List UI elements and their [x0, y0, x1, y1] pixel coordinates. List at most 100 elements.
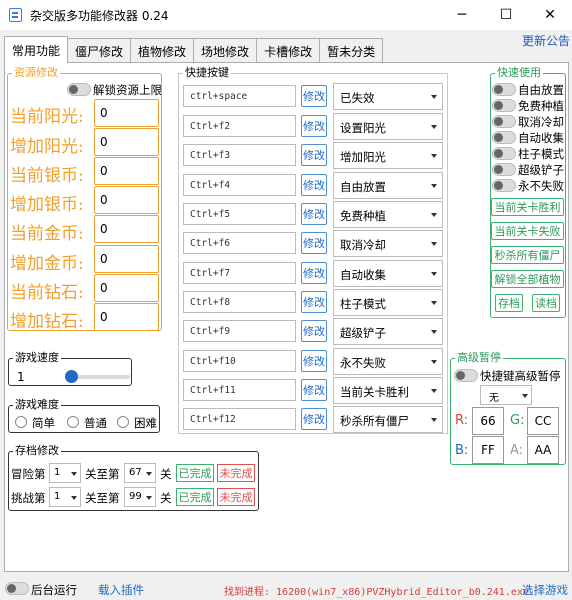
hotkey-input-7[interactable]: Ctrl+f7 [183, 262, 296, 284]
hotkey-action-select-5[interactable]: 免费种植 [333, 201, 443, 228]
challenge-undone-button[interactable]: 未完成 [217, 488, 255, 506]
hotkey-modify-button-12[interactable]: 修改 [301, 408, 327, 430]
tab-field[interactable]: 场地修改 [194, 38, 258, 63]
challenge-to-select[interactable]: 99 [124, 487, 156, 507]
add-gold-input[interactable]: 0 [94, 245, 159, 273]
add-silver-input[interactable]: 0 [94, 186, 159, 214]
hotkey-input-11[interactable]: Ctrl+f11 [183, 379, 296, 401]
adventure-done-button[interactable]: 已完成 [176, 464, 214, 482]
difficulty-easy-label: 简单 [32, 416, 55, 430]
hotkey-modify-button-2[interactable]: 修改 [301, 115, 327, 137]
hotkey-modify-button-4[interactable]: 修改 [301, 174, 327, 196]
hotkey-modify-button-3[interactable]: 修改 [301, 144, 327, 166]
toggle-auto-collect[interactable] [492, 131, 516, 144]
toggle-free-plant[interactable] [492, 99, 516, 112]
hotkey-input-5[interactable]: Ctrl+f5 [183, 203, 296, 225]
hotkey-action-select-12[interactable]: 秒杀所有僵尸 [333, 406, 443, 433]
hotkey-input-9[interactable]: Ctrl+f9 [183, 320, 296, 342]
load-game-button[interactable]: 读档 [532, 294, 560, 312]
unlock-all-plants-button[interactable]: 解锁全部植物 [491, 270, 564, 288]
hotkey-input-1[interactable]: ctrl+space [183, 85, 296, 107]
chevron-down-icon [146, 472, 152, 476]
hotkey-action-select-3[interactable]: 增加阳光 [333, 142, 443, 169]
tab-common[interactable]: 常用功能 [4, 36, 69, 63]
hotkey-input-6[interactable]: Ctrl+f6 [183, 232, 296, 254]
minimize-button[interactable]: ─ [440, 0, 484, 30]
fail-level-button[interactable]: 当前关卡失败 [491, 222, 564, 240]
hotkey-action-select-2[interactable]: 设置阳光 [333, 113, 443, 140]
toggle-no-cooldown[interactable] [492, 115, 516, 128]
maximize-button[interactable]: ☐ [484, 0, 528, 30]
toggle-free-place[interactable] [492, 83, 516, 96]
hotkey-input-12[interactable]: Ctrl+f12 [183, 408, 296, 430]
update-notice-link[interactable]: 更新公告 [522, 32, 570, 49]
hotkey-input-8[interactable]: Ctrl+f8 [183, 291, 296, 313]
hotkey-modify-button-10[interactable]: 修改 [301, 350, 327, 372]
hotkey-modify-button-7[interactable]: 修改 [301, 262, 327, 284]
tab-slot[interactable]: 卡槽修改 [257, 38, 321, 63]
adventure-undone-button[interactable]: 未完成 [217, 464, 255, 482]
r-value-input[interactable]: 66 [472, 407, 504, 435]
tab-zombie[interactable]: 僵尸修改 [68, 38, 132, 63]
challenge-unit: 关 [160, 491, 172, 505]
load-plugin-link[interactable]: 载入插件 [98, 582, 144, 598]
pause-key-select[interactable]: 无 [480, 385, 532, 405]
hotkey-input-2[interactable]: Ctrl+f2 [183, 115, 296, 137]
toggle-never-fail[interactable] [492, 179, 516, 192]
hotkey-action-select-4[interactable]: 自由放置 [333, 172, 443, 199]
tab-misc[interactable]: 暂未分类 [320, 38, 384, 63]
b-value-input[interactable]: FF [472, 436, 504, 464]
hotkey-action-select-1[interactable]: 已失效 [333, 83, 443, 110]
hotkey-input-3[interactable]: Ctrl+f3 [183, 144, 296, 166]
add-sun-input[interactable]: 0 [94, 128, 159, 156]
challenge-done-button[interactable]: 已完成 [176, 488, 214, 506]
chevron-down-icon [431, 213, 437, 217]
close-button[interactable]: ✕ [528, 0, 572, 30]
toggle-column-mode[interactable] [492, 147, 516, 160]
hotkey-action-5: 免费种植 [340, 209, 386, 223]
hotkey-action-select-9[interactable]: 超级铲子 [333, 318, 443, 345]
speed-group-title: 游戏速度 [13, 351, 61, 365]
unlock-resource-toggle[interactable] [67, 83, 91, 96]
challenge-level-select[interactable]: 1 [49, 487, 81, 507]
hotkey-action-select-8[interactable]: 柱子模式 [333, 289, 443, 316]
current-diamond-label: 当前钻石: [10, 283, 84, 303]
hotkey-modify-button-8[interactable]: 修改 [301, 291, 327, 313]
hotkey-action-select-7[interactable]: 自动收集 [333, 260, 443, 287]
process-status: 找到进程: 16200(win7_x86)PVZHybrid_Editor_b0… [224, 587, 529, 598]
background-run-toggle[interactable] [5, 582, 29, 595]
adventure-level-select[interactable]: 1 [49, 463, 81, 483]
hotkey-action-select-6[interactable]: 取消冷却 [333, 230, 443, 257]
speed-slider-handle[interactable] [65, 370, 78, 383]
win-level-button[interactable]: 当前关卡胜利 [491, 198, 564, 216]
hotkey-input-4[interactable]: Ctrl+f4 [183, 174, 296, 196]
g-value-input[interactable]: CC [527, 407, 559, 435]
free-place-label: 自由放置 [518, 83, 564, 97]
hotkey-modify-button-6[interactable]: 修改 [301, 232, 327, 254]
hotkey-modify-button-9[interactable]: 修改 [301, 320, 327, 342]
tab-plant[interactable]: 植物修改 [131, 38, 195, 63]
a-value-input[interactable]: AA [527, 436, 559, 464]
current-gold-input[interactable]: 0 [94, 215, 159, 243]
save-game-button[interactable]: 存档 [495, 294, 523, 312]
adventure-to-select[interactable]: 67 [124, 463, 156, 483]
advanced-pause-toggle[interactable] [454, 369, 478, 382]
difficulty-normal-radio[interactable] [67, 416, 79, 428]
hotkey-action-select-11[interactable]: 当前关卡胜利 [333, 377, 443, 404]
add-diamond-input[interactable]: 0 [94, 303, 159, 331]
current-sun-input[interactable]: 0 [94, 99, 159, 127]
hotkey-modify-button-11[interactable]: 修改 [301, 379, 327, 401]
speed-value: 1 [17, 370, 25, 384]
kill-all-zombies-button[interactable]: 秒杀所有僵尸 [491, 246, 564, 264]
chevron-down-icon [431, 330, 437, 334]
difficulty-easy-radio[interactable] [15, 416, 27, 428]
current-silver-input[interactable]: 0 [94, 157, 159, 185]
hotkey-modify-button-1[interactable]: 修改 [301, 85, 327, 107]
difficulty-hard-radio[interactable] [117, 416, 129, 428]
hotkey-action-select-10[interactable]: 永不失败 [333, 348, 443, 375]
current-diamond-input[interactable]: 0 [94, 274, 159, 302]
select-game-link[interactable]: 选择游戏 [522, 582, 568, 598]
hotkey-input-10[interactable]: Ctrl+f10 [183, 350, 296, 372]
hotkey-modify-button-5[interactable]: 修改 [301, 203, 327, 225]
toggle-super-shovel[interactable] [492, 163, 516, 176]
